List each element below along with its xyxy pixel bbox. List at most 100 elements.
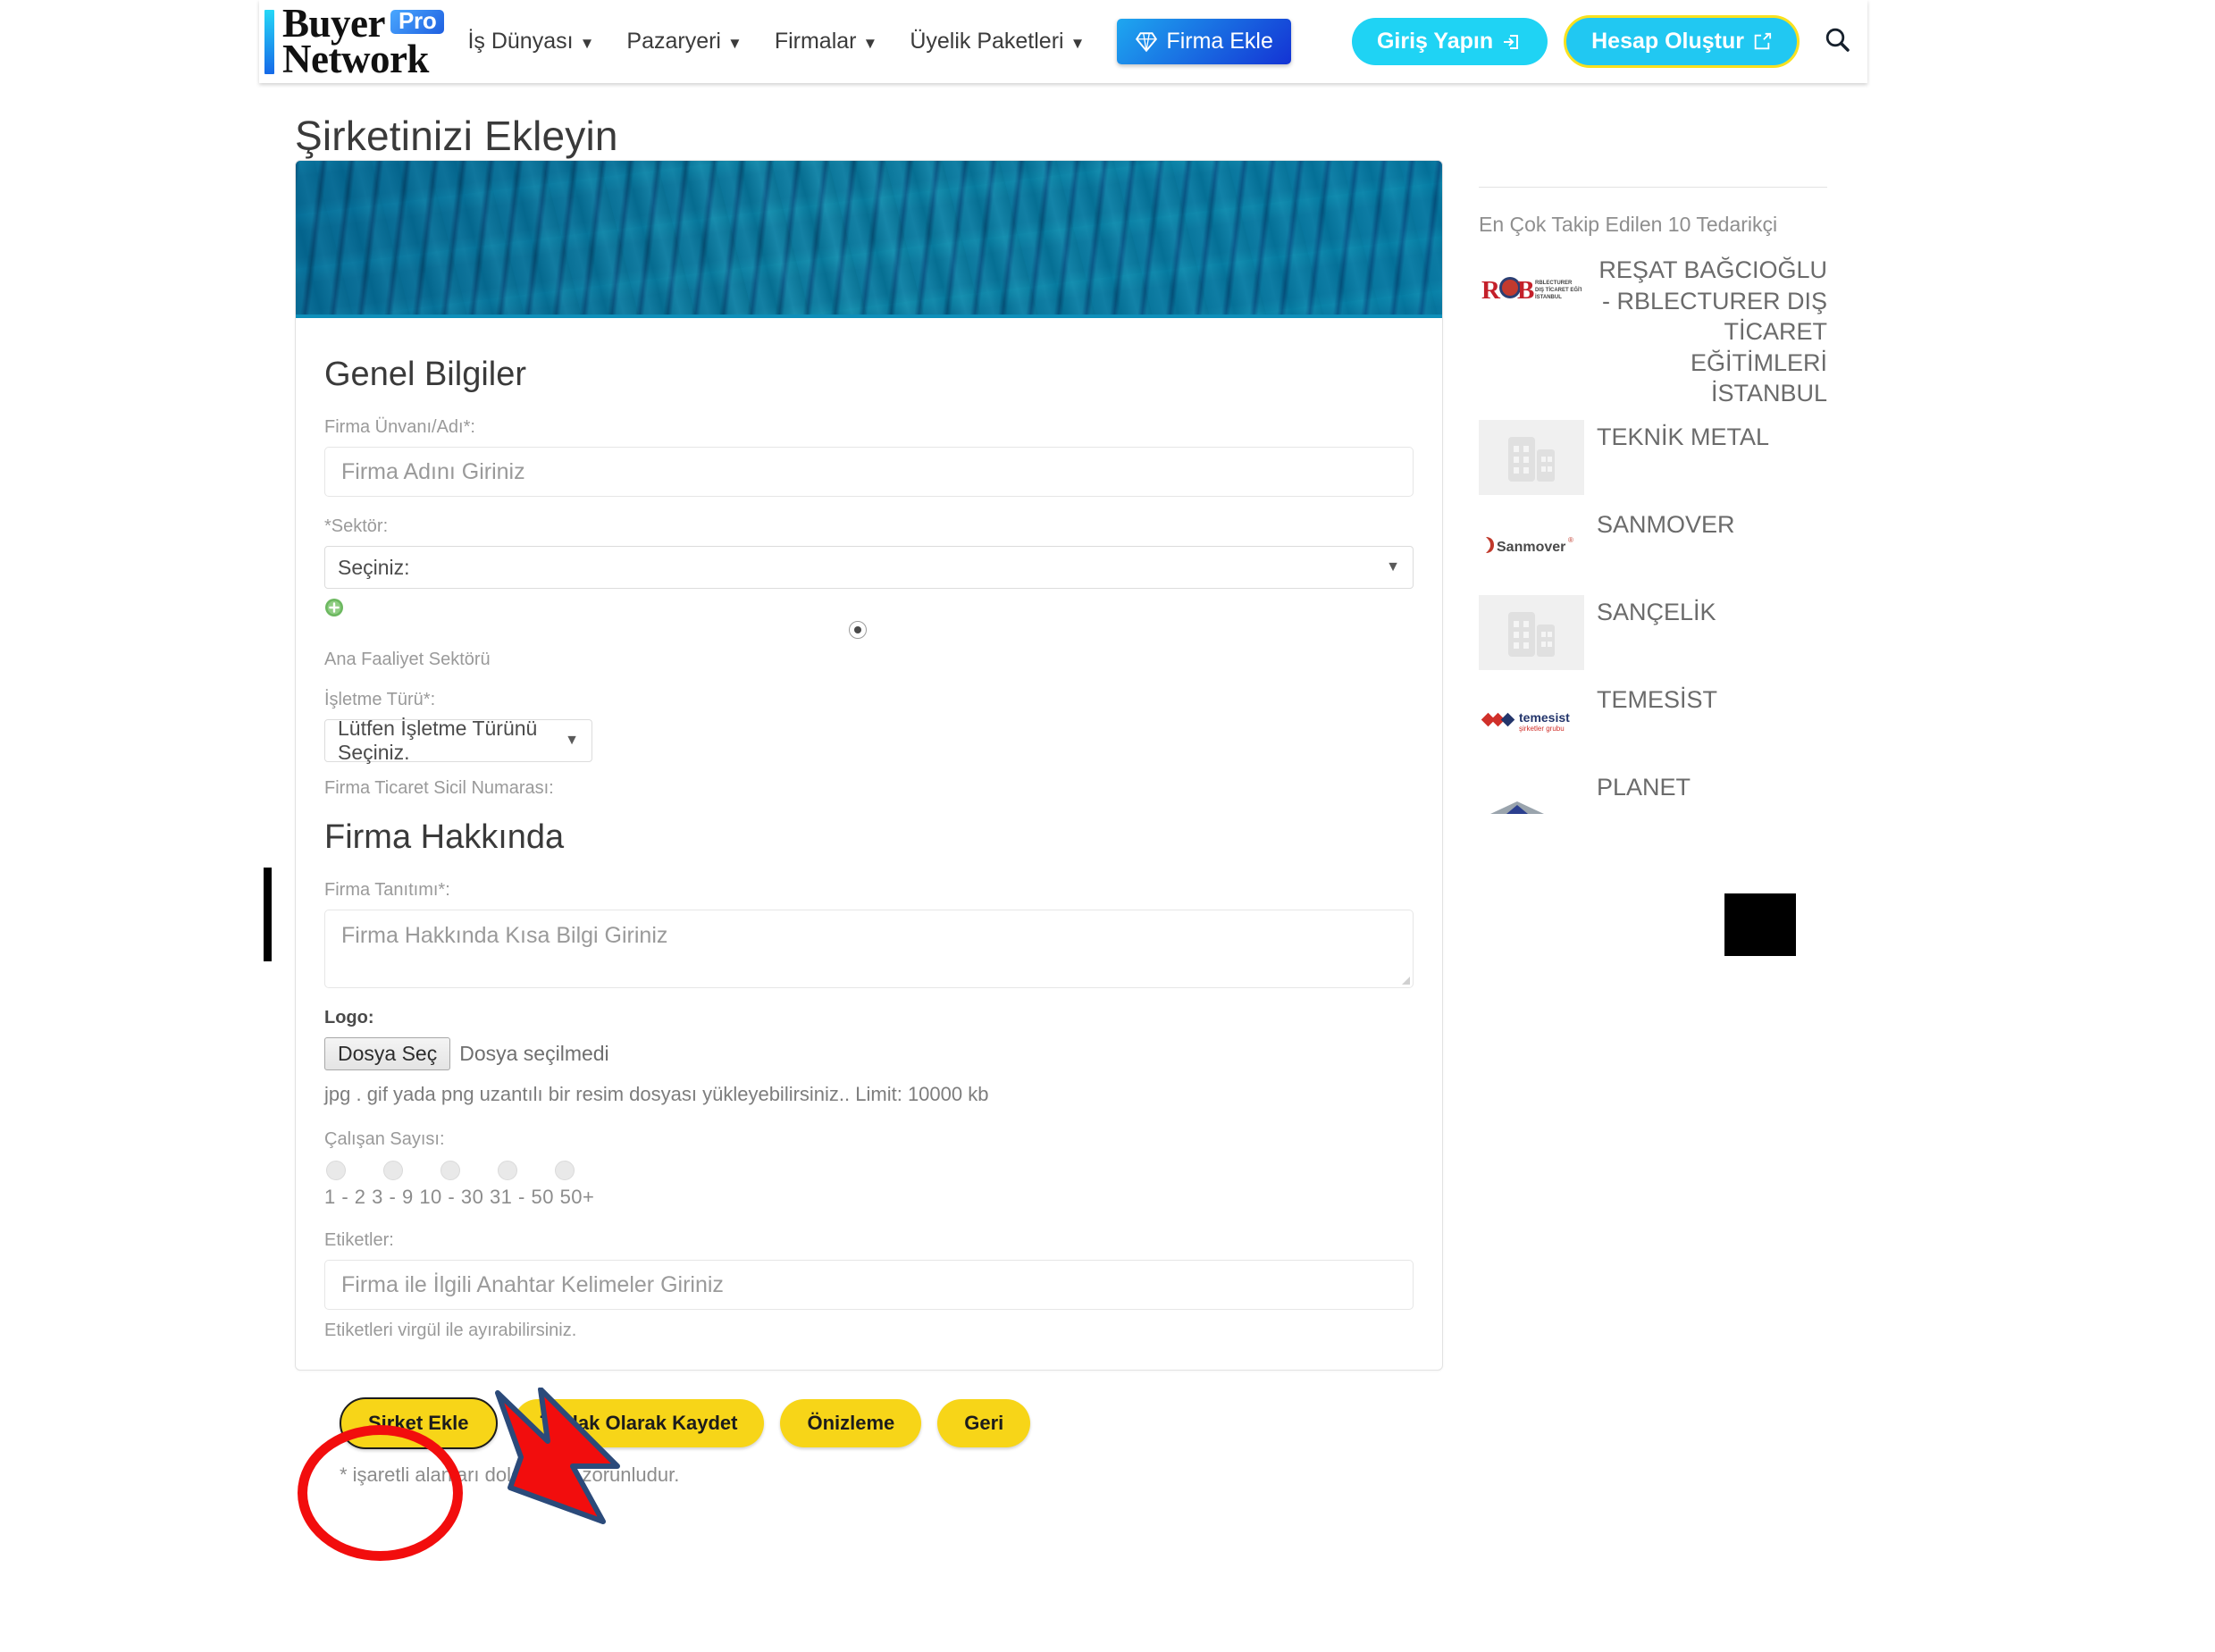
employee-radio-1-2[interactable] <box>326 1161 346 1180</box>
site-logo[interactable]: Buyer Pro Network <box>264 3 445 81</box>
tags-hint: Etiketleri virgül ile ayırabilirsiniz. <box>324 1321 577 1340</box>
edit-square-icon <box>1754 32 1772 49</box>
nav-item-pazaryeri[interactable]: Pazaryeri ▼ <box>626 29 742 55</box>
red-circle-highlight <box>298 1425 463 1561</box>
page-title: Şirketinizi Ekleyin <box>295 113 618 159</box>
diamond-icon <box>1136 31 1158 52</box>
supplier-list-item[interactable]: R B RBLECTURER DIŞ TİCARET EĞİTİMLERİ İS… <box>1479 253 1827 409</box>
add-company-label: Firma Ekle <box>1166 29 1273 54</box>
planet-logo <box>1479 770 1584 845</box>
employee-option-1: 3 - 9 <box>372 1186 414 1208</box>
business-type-selected-value: Lütfen İşletme Türünü Seçiniz. <box>338 717 538 764</box>
sanmover-logo: Sanmover ® <box>1479 507 1584 583</box>
employee-radio-50-plus[interactable] <box>555 1161 575 1180</box>
logo-label: Logo: <box>324 1008 374 1027</box>
black-bar-marker <box>264 868 272 961</box>
add-sector-button[interactable] <box>324 598 344 617</box>
employee-option-0: 1 - 2 <box>324 1186 366 1208</box>
supplier-name: SANMOVER <box>1597 510 1735 538</box>
sector-selected-value: Seçiniz: <box>338 555 410 579</box>
sector-select[interactable]: Seçiniz: ▼ <box>324 546 1414 589</box>
employees-label: Çalışan Sayısı: <box>324 1129 445 1149</box>
sidebar-column: En Çok Takip Edilen 10 Tedarikçi R B RBL… <box>1443 160 1827 1487</box>
employee-radio-31-50[interactable] <box>498 1161 517 1180</box>
main-menu: İş Dünyası ▼ Pazaryeri ▼ Firmalar ▼ Üyel… <box>467 29 1085 55</box>
svg-text:RBLECTURER: RBLECTURER <box>1535 281 1573 286</box>
logo-pro-badge: Pro <box>390 9 445 34</box>
building-placeholder-icon <box>1479 419 1584 495</box>
register-button[interactable]: Hesap Oluştur <box>1564 15 1800 68</box>
supplier-list-item[interactable]: SANÇELİK <box>1479 594 1827 672</box>
employee-radio-10-30[interactable] <box>440 1161 460 1180</box>
logo-line-2: Network <box>282 36 429 81</box>
business-type-select[interactable]: Lütfen İşletme Türünü Seçiniz. ▼ <box>324 717 592 764</box>
employee-radio-3-9[interactable] <box>383 1161 403 1180</box>
svg-text:şirketler grubu: şirketler grubu <box>1519 725 1565 733</box>
supplier-list-item[interactable]: TEKNİK METAL <box>1479 419 1827 497</box>
description-textarea[interactable]: Firma Hakkında Kısa Bilgi Giriniz <box>324 910 1414 988</box>
business-type-label: İşletme Türü*: <box>324 690 436 709</box>
register-label: Hesap Oluştur <box>1591 29 1744 54</box>
employee-count-labels: 1 - 2 3 - 9 10 - 30 31 - 50 50+ <box>324 1186 1414 1209</box>
supplier-name: TEKNİK METAL <box>1597 423 1770 450</box>
svg-text:Sanmover: Sanmover <box>1497 540 1565 555</box>
plus-circle-icon <box>325 599 343 616</box>
choose-file-button[interactable]: Dosya Seç <box>324 1037 451 1070</box>
company-form-card: Genel Bilgiler Firma Ünvanı/Adı*: Firma … <box>295 160 1443 1371</box>
nav-item-uyelik-paketleri[interactable]: Üyelik Paketleri ▼ <box>910 29 1085 55</box>
company-name-input[interactable]: Firma Adını Giriniz <box>324 447 1414 497</box>
form-column: Genel Bilgiler Firma Ünvanı/Adı*: Firma … <box>295 160 1443 1487</box>
svg-text:temesist: temesist <box>1519 710 1570 725</box>
chevron-down-icon: ▼ <box>579 35 595 52</box>
supplier-name: TEMESİST <box>1597 685 1718 713</box>
building-placeholder-icon <box>1479 594 1584 670</box>
chevron-down-icon: ▼ <box>726 35 743 52</box>
company-name-label: Firma Ünvanı/Adı*: <box>324 417 475 437</box>
rcb-logo: R B RBLECTURER DIŞ TİCARET EĞİTİMLERİ İS… <box>1479 253 1584 328</box>
logo-accent-bar <box>264 9 274 74</box>
nav-label: Pazaryeri <box>626 29 721 54</box>
card-banner-image <box>296 161 1442 318</box>
supplier-list-item[interactable]: PLANET <box>1479 770 1827 847</box>
nav-label: İş Dünyası <box>467 29 574 54</box>
temesist-logo: temesist şirketler grubu <box>1479 683 1584 758</box>
description-placeholder: Firma Hakkında Kısa Bilgi Giriniz <box>341 923 668 948</box>
nav-item-is-dunyasi[interactable]: İş Dünyası ▼ <box>467 29 594 55</box>
main-sector-radio[interactable] <box>849 621 867 639</box>
employee-count-radio-group <box>326 1161 1414 1180</box>
svg-text:R: R <box>1481 276 1501 305</box>
login-button[interactable]: Giriş Yapın <box>1351 18 1548 65</box>
tags-label: Etiketler: <box>324 1230 394 1250</box>
file-status-text: Dosya seçilmedi <box>459 1042 609 1065</box>
tags-input[interactable]: Firma ile İlgili Anahtar Kelimeler Girin… <box>324 1260 1414 1310</box>
chevron-down-icon: ▼ <box>565 733 579 748</box>
supplier-name: SANÇELİK <box>1597 598 1716 625</box>
login-arrow-icon <box>1504 34 1519 49</box>
svg-text:®: ® <box>1568 536 1573 544</box>
sidebar-title: En Çok Takip Edilen 10 Tedarikçi <box>1479 213 1778 236</box>
nav-item-firmalar[interactable]: Firmalar ▼ <box>775 29 878 55</box>
login-label: Giriş Yapın <box>1376 29 1494 54</box>
supplier-list-item[interactable]: temesist şirketler grubu TEMESİST <box>1479 683 1827 759</box>
supplier-name: REŞAT BAĞCIOĞLU - RBLECTURER DIŞ TİCARET… <box>1598 256 1827 407</box>
sector-label: *Sektör: <box>324 516 389 536</box>
add-company-button[interactable]: Firma Ekle <box>1117 19 1291 64</box>
black-box-redaction <box>1724 893 1796 956</box>
sidebar-divider <box>1479 187 1827 188</box>
svg-text:İSTANBUL: İSTANBUL <box>1535 294 1562 300</box>
logo-upload-hint: jpg . gif yada png uzantılı bir resim do… <box>324 1083 989 1105</box>
search-icon[interactable] <box>1823 25 1851 58</box>
back-button[interactable]: Geri <box>937 1399 1031 1447</box>
logo-text: Buyer Pro Network <box>282 3 445 81</box>
top-navigation-bar: Buyer Pro Network İş Dünyası ▼ Pazaryeri … <box>259 0 1867 83</box>
employee-option-2: 10 - 30 <box>419 1186 484 1208</box>
nav-label: Firmalar <box>774 29 857 54</box>
svg-text:B: B <box>1517 276 1534 305</box>
svg-text:DIŞ TİCARET EĞİTİMLERİ: DIŞ TİCARET EĞİTİMLERİ <box>1535 286 1582 293</box>
employee-option-3: 31 - 50 <box>489 1186 554 1208</box>
employee-option-4: 50+ <box>559 1186 595 1208</box>
preview-button[interactable]: Önizleme <box>780 1399 922 1447</box>
section-heading-general: Genel Bilgiler <box>324 356 526 393</box>
supplier-list-item[interactable]: Sanmover ® SANMOVER <box>1479 507 1827 584</box>
logo-file-row: Dosya Seç Dosya seçilmedi <box>324 1037 1414 1070</box>
